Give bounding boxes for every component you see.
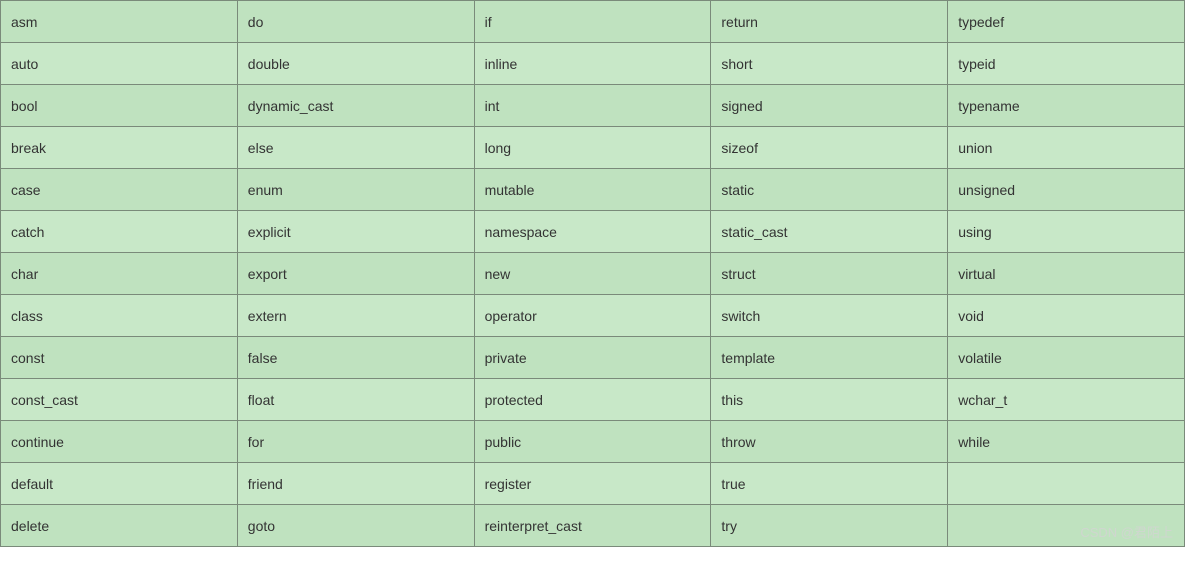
table-cell: enum — [237, 169, 474, 211]
table-cell: float — [237, 379, 474, 421]
table-cell: try — [711, 505, 948, 547]
table-cell: volatile — [948, 337, 1185, 379]
table-cell: if — [474, 1, 711, 43]
table-cell: switch — [711, 295, 948, 337]
table-cell: register — [474, 463, 711, 505]
table-cell: private — [474, 337, 711, 379]
table-row: bool dynamic_cast int signed typename — [1, 85, 1185, 127]
table-cell: sizeof — [711, 127, 948, 169]
table-cell: struct — [711, 253, 948, 295]
table-cell: protected — [474, 379, 711, 421]
table-cell: operator — [474, 295, 711, 337]
table-cell: while — [948, 421, 1185, 463]
table-cell: this — [711, 379, 948, 421]
table-cell: break — [1, 127, 238, 169]
table-cell: new — [474, 253, 711, 295]
table-cell: do — [237, 1, 474, 43]
table-cell: asm — [1, 1, 238, 43]
table-cell: true — [711, 463, 948, 505]
table-cell: int — [474, 85, 711, 127]
table-cell: virtual — [948, 253, 1185, 295]
table-row: delete goto reinterpret_cast try — [1, 505, 1185, 547]
table-cell: const — [1, 337, 238, 379]
table-cell: export — [237, 253, 474, 295]
table-row: continue for public throw while — [1, 421, 1185, 463]
table-row: auto double inline short typeid — [1, 43, 1185, 85]
table-cell: mutable — [474, 169, 711, 211]
keywords-table: asm do if return typedef auto double inl… — [0, 0, 1185, 547]
table-cell: bool — [1, 85, 238, 127]
table-cell: wchar_t — [948, 379, 1185, 421]
table-row: break else long sizeof union — [1, 127, 1185, 169]
table-cell: default — [1, 463, 238, 505]
table-cell: template — [711, 337, 948, 379]
table-cell: reinterpret_cast — [474, 505, 711, 547]
table-cell: long — [474, 127, 711, 169]
table-cell: case — [1, 169, 238, 211]
table-body: asm do if return typedef auto double inl… — [1, 1, 1185, 547]
table-cell: static_cast — [711, 211, 948, 253]
table-cell: throw — [711, 421, 948, 463]
table-cell: using — [948, 211, 1185, 253]
table-cell: for — [237, 421, 474, 463]
table-cell: friend — [237, 463, 474, 505]
table-cell: typename — [948, 85, 1185, 127]
table-cell: dynamic_cast — [237, 85, 474, 127]
table-cell: char — [1, 253, 238, 295]
table-row: catch explicit namespace static_cast usi… — [1, 211, 1185, 253]
table-row: case enum mutable static unsigned — [1, 169, 1185, 211]
table-cell: inline — [474, 43, 711, 85]
table-row: default friend register true — [1, 463, 1185, 505]
table-row: const_cast float protected this wchar_t — [1, 379, 1185, 421]
table-row: char export new struct virtual — [1, 253, 1185, 295]
table-cell: union — [948, 127, 1185, 169]
table-cell: return — [711, 1, 948, 43]
table-cell: signed — [711, 85, 948, 127]
table-row: asm do if return typedef — [1, 1, 1185, 43]
table-cell: catch — [1, 211, 238, 253]
table-cell: static — [711, 169, 948, 211]
table-cell: else — [237, 127, 474, 169]
table-cell — [948, 463, 1185, 505]
table-cell: public — [474, 421, 711, 463]
table-cell: void — [948, 295, 1185, 337]
table-cell: explicit — [237, 211, 474, 253]
table-cell: unsigned — [948, 169, 1185, 211]
table-cell: class — [1, 295, 238, 337]
table-cell: double — [237, 43, 474, 85]
table-cell: extern — [237, 295, 474, 337]
table-cell: auto — [1, 43, 238, 85]
table-cell: namespace — [474, 211, 711, 253]
table-cell: continue — [1, 421, 238, 463]
table-row: const false private template volatile — [1, 337, 1185, 379]
table-cell: short — [711, 43, 948, 85]
table-cell: typeid — [948, 43, 1185, 85]
table-cell — [948, 505, 1185, 547]
table-cell: delete — [1, 505, 238, 547]
table-cell: typedef — [948, 1, 1185, 43]
table-cell: false — [237, 337, 474, 379]
table-cell: const_cast — [1, 379, 238, 421]
table-row: class extern operator switch void — [1, 295, 1185, 337]
table-cell: goto — [237, 505, 474, 547]
